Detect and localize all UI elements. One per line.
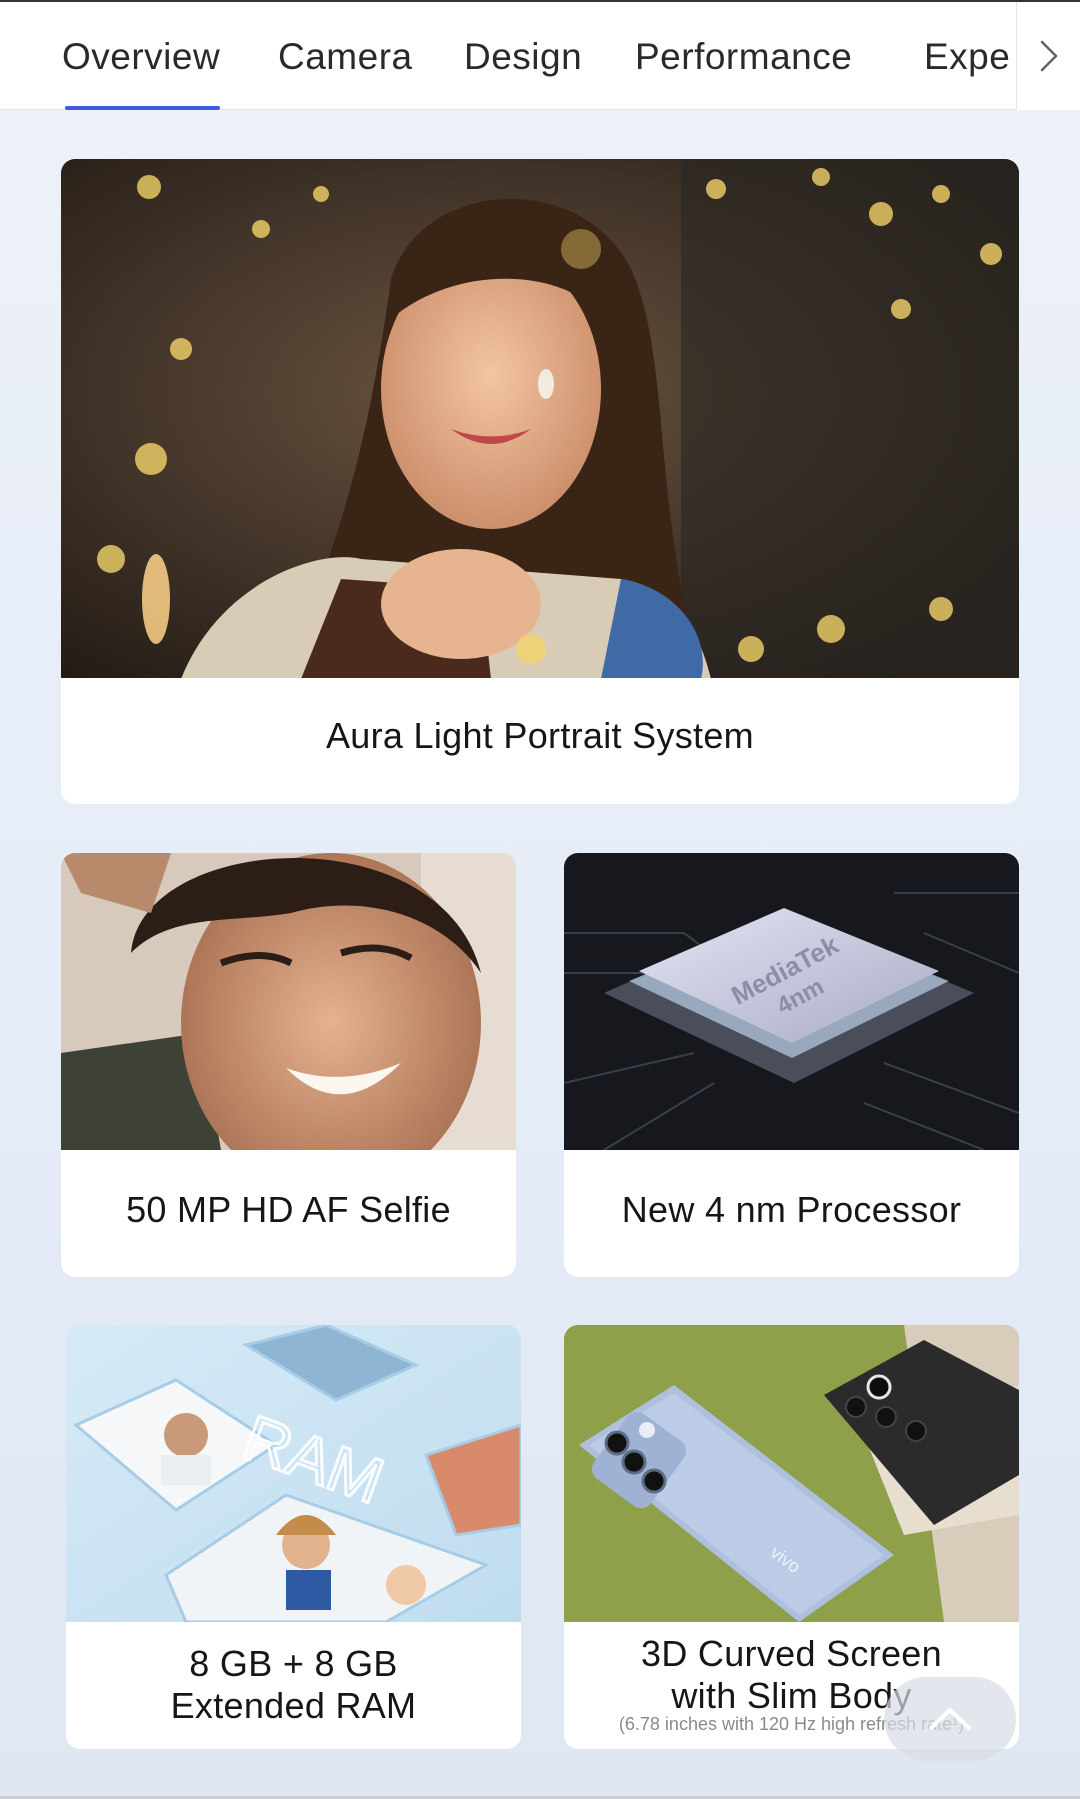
card-caption: Aura Light Portrait System [326, 715, 754, 756]
tab-list: Overview Camera Design Performance Expe [0, 2, 1016, 110]
section-tab-bar: Overview Camera Design Performance Expe [0, 2, 1080, 110]
feature-card-aura-light[interactable]: Aura Light Portrait System [61, 159, 1019, 804]
tab-performance[interactable]: Performance [635, 2, 852, 110]
scroll-to-top-button[interactable] [884, 1677, 1016, 1761]
curved-screen-phones-image: vivo [564, 1325, 1019, 1622]
extended-ram-image: RAM [66, 1325, 521, 1622]
processor-chip-image: MediaTek 4nm [564, 853, 1019, 1150]
feature-card-ram[interactable]: RAM 8 GB + 8 GB Extended RAM [66, 1325, 521, 1749]
chevron-up-icon [929, 1708, 971, 1730]
card-caption-line2: Extended RAM [170, 1685, 417, 1726]
tabs-scroll-right-button[interactable] [1016, 2, 1080, 110]
tab-design[interactable]: Design [464, 2, 582, 110]
chevron-right-icon [1040, 40, 1057, 72]
tab-camera[interactable]: Camera [278, 2, 413, 110]
feature-card-selfie[interactable]: 50 MP HD AF Selfie [61, 853, 516, 1277]
card-caption-line1: 8 GB + 8 GB [189, 1643, 398, 1684]
feature-card-processor[interactable]: MediaTek 4nm New 4 nm Processor [564, 853, 1019, 1277]
tab-label: Expe [924, 36, 1011, 77]
tab-experience[interactable]: Expe [924, 2, 1010, 110]
card-caption: New 4 nm Processor [621, 1189, 962, 1230]
tab-overview[interactable]: Overview [62, 2, 221, 110]
selfie-portrait-image [61, 853, 516, 1150]
tab-label: Performance [635, 36, 853, 77]
card-caption: 50 MP HD AF Selfie [126, 1189, 451, 1230]
tab-label: Overview [62, 36, 221, 77]
aura-portrait-image [61, 159, 1019, 678]
active-tab-indicator [65, 106, 221, 110]
card-caption-line1: 3D Curved Screen [641, 1633, 942, 1674]
tab-label: Camera [278, 36, 413, 77]
tab-label: Design [464, 36, 583, 77]
